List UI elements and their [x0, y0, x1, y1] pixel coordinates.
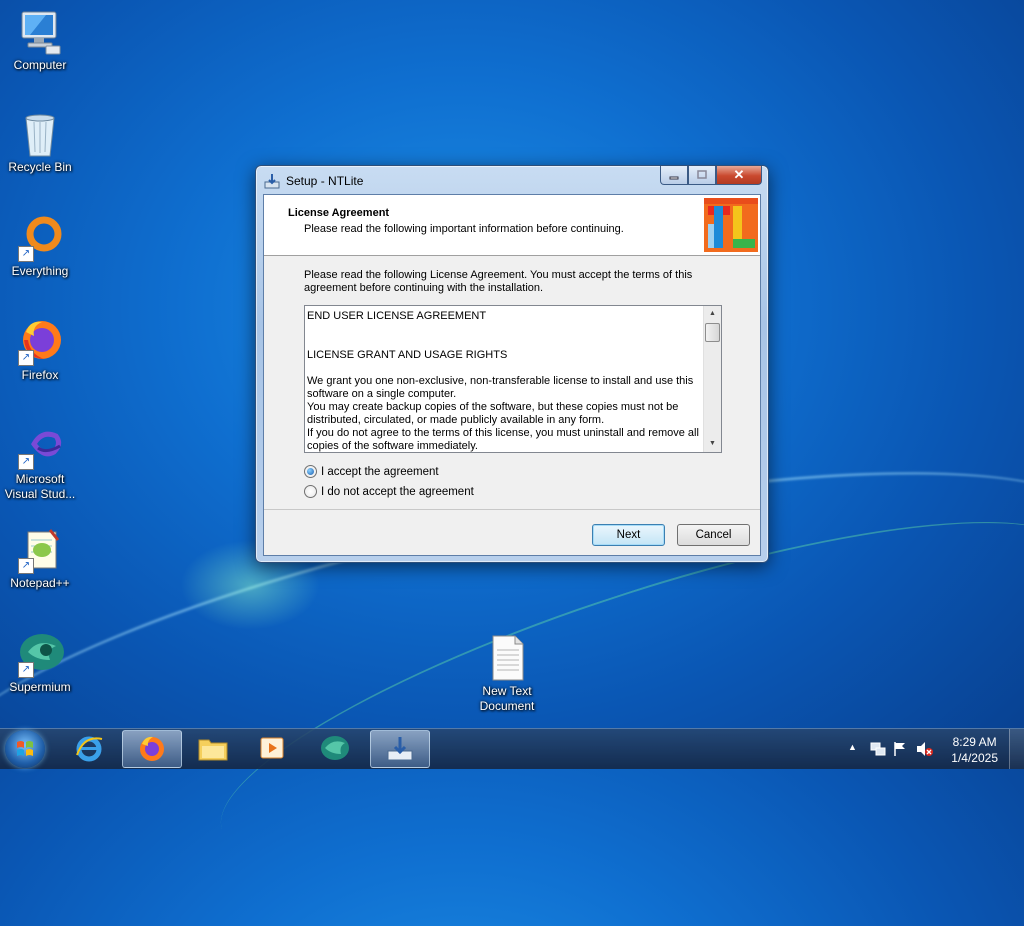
volume-muted-icon[interactable] — [916, 741, 934, 757]
license-line — [307, 336, 701, 349]
license-line: END USER LICENSE AGREEMENT — [307, 310, 487, 322]
clock[interactable]: 8:29 AM 1/4/2025 — [951, 734, 998, 766]
wizard-footer: Next Cancel — [264, 509, 760, 556]
notepadpp-icon: ↗ — [16, 526, 64, 574]
page-subtitle: Please read the following important info… — [304, 223, 624, 235]
decline-radio[interactable] — [304, 485, 317, 498]
license-text-box[interactable]: END USER LICENSE AGREEMENT LICENSE GRANT… — [304, 305, 722, 453]
desktop-icon-visual-studio[interactable]: ↗ Microsoft Visual Stud... — [2, 422, 78, 502]
desktop-icon-label: Recycle Bin — [8, 160, 72, 174]
license-line — [307, 362, 701, 375]
clock-time: 8:29 AM — [952, 735, 997, 749]
media-player-icon — [260, 737, 284, 759]
recycle-bin-icon — [16, 110, 64, 158]
shortcut-arrow-icon: ↗ — [18, 558, 34, 574]
desktop-icon-label: Supermium — [9, 680, 71, 694]
accept-radio-label[interactable]: I accept the agreement — [321, 466, 439, 478]
desktop-icon-new-text-document[interactable]: New Text Document — [468, 634, 546, 714]
decline-radio-option[interactable]: I do not accept the agreement — [304, 485, 474, 498]
firefox-icon — [140, 736, 164, 761]
scroll-up-icon[interactable]: ▲ — [704, 306, 721, 322]
dialog-client: License Agreement Please read the follow… — [263, 194, 761, 556]
file-explorer-icon — [198, 739, 228, 761]
license-line: We grant you one non-exclusive, non-tran… — [307, 375, 694, 400]
taskbar-firefox[interactable] — [122, 730, 182, 768]
close-button[interactable]: ✕ — [716, 166, 762, 185]
desktop-icon-supermium[interactable]: ↗ Supermium — [2, 630, 78, 695]
desktop-icon-label: Computer — [13, 58, 67, 72]
desktop-icon-label: Everything — [11, 264, 69, 278]
license-line: You may create backup copies of the soft… — [307, 401, 679, 426]
decline-radio-label[interactable]: I do not accept the agreement — [321, 486, 474, 498]
action-center-flag-icon[interactable] — [892, 741, 908, 757]
minimize-icon — [669, 176, 679, 180]
desktop-icon-label: Notepad++ — [10, 576, 70, 590]
shortcut-arrow-icon: ↗ — [18, 454, 34, 470]
title-bar[interactable]: Setup - NTLite ✕ — [262, 166, 762, 192]
ntlite-logo-icon — [704, 198, 758, 252]
computer-icon — [16, 8, 64, 56]
cancel-button[interactable]: Cancel — [677, 524, 750, 546]
desktop-icon-computer[interactable]: Computer — [2, 8, 78, 73]
minimize-button[interactable] — [660, 166, 688, 185]
accept-radio[interactable] — [304, 465, 317, 478]
taskbar: ▲ 8:29 AM 1/4/2025 — [0, 728, 1024, 769]
license-line: LICENSE GRANT AND USAGE RIGHTS — [307, 349, 508, 361]
shortcut-arrow-icon: ↗ — [18, 246, 34, 262]
shortcut-arrow-icon: ↗ — [18, 350, 34, 366]
taskbar-internet-explorer[interactable] — [60, 730, 118, 766]
supermium-icon: ↗ — [16, 630, 64, 678]
network-icon[interactable] — [870, 741, 886, 757]
license-line — [307, 323, 701, 336]
desktop-icon-everything[interactable]: ↗ Everything — [2, 214, 78, 279]
start-button[interactable] — [5, 730, 45, 768]
supermium-icon — [321, 736, 349, 760]
scroll-thumb[interactable] — [705, 323, 720, 342]
show-hidden-icons-icon[interactable]: ▲ — [848, 742, 857, 752]
close-icon: ✕ — [733, 167, 745, 182]
setup-dialog[interactable]: Setup - NTLite ✕ License Agreement Pleas… — [255, 165, 769, 563]
start-orb-icon — [17, 741, 33, 756]
everything-icon: ↗ — [16, 214, 64, 262]
next-button[interactable]: Next — [592, 524, 665, 546]
license-text: END USER LICENSE AGREEMENT LICENSE GRANT… — [307, 310, 701, 453]
show-desktop-button[interactable] — [1009, 729, 1024, 769]
desktop-icon-label: New Text Document — [479, 684, 535, 713]
internet-explorer-icon — [76, 736, 103, 762]
page-title: License Agreement — [288, 207, 390, 219]
desktop-icon-notepadpp[interactable]: ↗ Notepad++ — [2, 526, 78, 591]
shortcut-arrow-icon: ↗ — [18, 662, 34, 678]
scroll-down-icon[interactable]: ▼ — [704, 436, 721, 452]
text-document-icon — [483, 634, 531, 682]
maximize-button[interactable] — [688, 166, 716, 185]
desktop-icon-recycle-bin[interactable]: Recycle Bin — [2, 110, 78, 175]
accept-radio-option[interactable]: I accept the agreement — [304, 465, 439, 478]
desktop-icon-firefox[interactable]: ↗ Firefox — [2, 318, 78, 383]
desktop-icon-label: Firefox — [21, 368, 59, 382]
desktop-icon-label: Microsoft Visual Stud... — [4, 472, 76, 501]
taskbar-media-player[interactable] — [244, 730, 302, 766]
setup-icon — [387, 737, 413, 761]
taskbar-file-explorer[interactable] — [184, 730, 242, 766]
clock-date: 1/4/2025 — [951, 751, 998, 765]
taskbar-supermium[interactable] — [306, 730, 364, 766]
license-scrollbar[interactable]: ▲ ▼ — [703, 306, 721, 452]
wizard-header: License Agreement Please read the follow… — [264, 195, 760, 256]
visual-studio-icon: ↗ — [16, 422, 64, 470]
license-intro-text: Please read the following License Agreem… — [304, 269, 693, 294]
firefox-icon: ↗ — [16, 318, 64, 366]
setup-icon — [264, 173, 280, 189]
window-title: Setup - NTLite — [286, 174, 364, 188]
system-tray: ▲ 8:29 AM 1/4/2025 — [834, 729, 1024, 769]
maximize-icon — [697, 170, 707, 179]
license-line: If you do not agree to the terms of this… — [307, 427, 699, 452]
taskbar-setup[interactable] — [370, 730, 430, 768]
